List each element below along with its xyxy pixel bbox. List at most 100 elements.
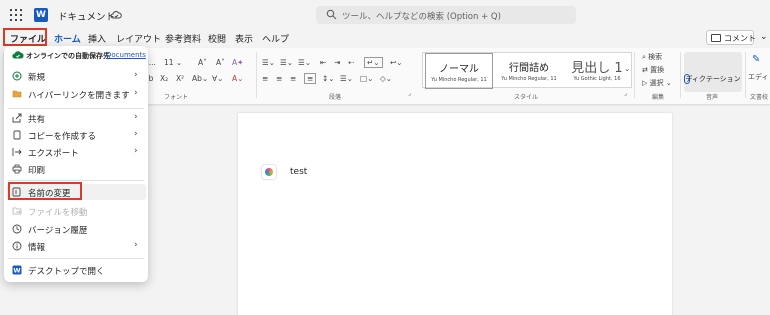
chevron-right-icon: › [134, 88, 138, 98]
editor-icon[interactable]: ✎ [752, 54, 760, 65]
style-heading-1-font: Yu Gothic Light, 16 [573, 76, 621, 82]
align-right-icon[interactable]: ≡ [290, 74, 296, 83]
tab-help[interactable]: ヘルプ [262, 32, 289, 45]
subscript-icon[interactable]: X₂ [160, 74, 168, 83]
show-marks-icon[interactable]: ↵⌄ [364, 57, 383, 68]
highlight-icon[interactable]: ∀⌄ [212, 74, 223, 83]
font-size-value: 11 [164, 58, 174, 67]
justify-icon[interactable]: ≡ [304, 73, 317, 84]
tab-review[interactable]: 校閲 [208, 32, 226, 45]
menu-item-version-history[interactable]: バージョン履歴 [6, 221, 146, 237]
menu-item-open-hyperlink[interactable]: ハイパーリンクを開きます › [6, 86, 146, 102]
cloud-check-icon [12, 51, 24, 59]
menu-item-label: 新規 [28, 73, 46, 83]
style-no-spacing[interactable]: 行間詰め Yu Mincho Regular, 11 [495, 53, 563, 89]
tab-layout[interactable]: レイアウト [116, 32, 161, 45]
divider [634, 52, 635, 98]
replace-button[interactable]: ⇄ 置換 [642, 65, 664, 75]
style-heading-1-name: 見出し 1 [571, 61, 623, 76]
menu-item-label: 情報 [28, 243, 46, 253]
style-heading-1[interactable]: 見出し 1 Yu Gothic Light, 16 [563, 53, 631, 89]
tab-insert[interactable]: 挿入 [88, 32, 106, 45]
shrink-font-icon[interactable]: A˅ [216, 58, 225, 67]
line-spacing-icon[interactable]: ↕⌄ [322, 74, 335, 83]
increase-indent-icon[interactable]: ⇥ [334, 58, 340, 67]
search-box[interactable]: ツール、ヘルプなどの検索 (Option + Q) [316, 6, 576, 24]
menu-item-open-desktop[interactable]: W デスクトップで開く [6, 262, 146, 278]
tab-references[interactable]: 参考資料 [165, 32, 201, 45]
tab-view[interactable]: 表示 [235, 32, 253, 45]
style-normal[interactable]: ノーマル Yu Mincho Regular, 11 [425, 53, 493, 89]
menu-item-label: ハイパーリンクを開きます [28, 91, 130, 101]
menu-item-info[interactable]: 情報 › [6, 238, 146, 254]
line-break-icon[interactable]: ↩⌄ [390, 58, 403, 67]
copilot-icon[interactable] [262, 165, 276, 179]
menu-item-new[interactable]: 新規 › [6, 68, 146, 84]
ribbon-tabs: ファイル ホーム 挿入 レイアウト 参考資料 校閲 表示 ヘルプ [0, 30, 770, 48]
more-options-icon[interactable]: ⌄ [760, 32, 768, 42]
app-launcher-icon[interactable] [10, 9, 22, 21]
dictation-label: ディクテーション [685, 75, 741, 83]
menu-divider [8, 180, 144, 181]
autosave-label: オンラインでの自動保存先 [26, 52, 110, 60]
title-bar: W ドキュメント ツール、ヘルプなどの検索 (Option + Q) [0, 0, 770, 30]
comment-button[interactable]: コメント [706, 30, 756, 45]
select-label: 選択 [649, 79, 664, 87]
menu-item-share[interactable]: 共有 › [6, 110, 146, 126]
styles-dialog-icon[interactable]: ⌟ [624, 90, 627, 97]
chevron-right-icon: › [134, 70, 138, 80]
export-icon [12, 148, 22, 156]
editor-label[interactable]: エディ [748, 72, 769, 82]
document-title[interactable]: ドキュメント [58, 9, 115, 23]
word-icon: W [12, 265, 22, 275]
borders-icon[interactable]: □⌄ [360, 74, 373, 83]
bullets-icon[interactable]: ☰⌄ [262, 58, 275, 67]
rtl-icon[interactable]: ⇠ [348, 58, 354, 67]
multilevel-list-icon[interactable]: ☰⌄ [298, 58, 311, 67]
menu-item-make-copy[interactable]: コピーを作成する › [6, 127, 146, 143]
document-text[interactable]: test [290, 167, 307, 177]
autosave-status: オンラインでの自動保存先 Documents [4, 46, 148, 64]
style-normal-font: Yu Mincho Regular, 11 [431, 77, 487, 83]
info-icon [12, 241, 22, 251]
select-button[interactable]: ▷ 選択 ⌄ [642, 78, 672, 88]
menu-item-print[interactable]: 印刷 [6, 161, 146, 177]
doc-check-group-label: 文書校 [750, 94, 769, 101]
menu-item-label: バージョン履歴 [28, 226, 88, 236]
font-color-icon[interactable]: A⌄ [232, 74, 243, 83]
divider [745, 52, 746, 98]
superscript-icon[interactable]: X² [176, 74, 184, 83]
sort-icon[interactable]: ☰⌄ [340, 74, 353, 83]
align-left-icon[interactable]: ≡ [262, 74, 268, 83]
find-button[interactable]: ⌕ 検索 [642, 52, 662, 62]
autosave-location-link[interactable]: Documents [106, 51, 146, 59]
styles-more-icon[interactable]: ⌄ [624, 64, 630, 73]
paragraph-dialog-icon[interactable]: ⌟ [408, 90, 411, 97]
search-icon [326, 9, 337, 20]
tab-home[interactable]: ホーム [54, 32, 81, 48]
document-page[interactable]: test [238, 113, 672, 315]
comment-icon [711, 34, 721, 42]
chevron-right-icon: › [134, 146, 138, 156]
menu-item-move-file[interactable]: ファイルを移動 [6, 203, 146, 219]
styles-group-label: スタイル [514, 94, 539, 101]
style-no-spacing-font: Yu Mincho Regular, 11 [501, 76, 557, 82]
font-size-box[interactable]: 11 ⌄ [164, 58, 182, 67]
menu-divider [8, 108, 144, 109]
clear-format-icon[interactable]: A✦ [232, 58, 243, 67]
dictation-button[interactable]: ディクテーション [684, 52, 742, 92]
rename-highlight [8, 182, 82, 200]
text-effects-icon[interactable]: Ab⌄ [192, 74, 208, 83]
numbering-icon[interactable]: ☰⌄ [280, 58, 293, 67]
copy-icon [13, 130, 21, 140]
replace-label: 置換 [650, 66, 665, 74]
menu-item-label: デスクトップで開く [28, 267, 105, 277]
decrease-indent-icon[interactable]: ⇤ [320, 58, 326, 67]
align-center-icon[interactable]: ≡ [276, 74, 282, 83]
menu-item-export[interactable]: エクスポート › [6, 144, 146, 160]
shading-icon[interactable]: ◇⌄ [380, 74, 392, 83]
menu-item-label: コピーを作成する [28, 132, 97, 142]
chevron-right-icon: › [134, 240, 138, 250]
grow-font-icon[interactable]: A˄ [198, 58, 207, 67]
print-icon [12, 164, 22, 174]
